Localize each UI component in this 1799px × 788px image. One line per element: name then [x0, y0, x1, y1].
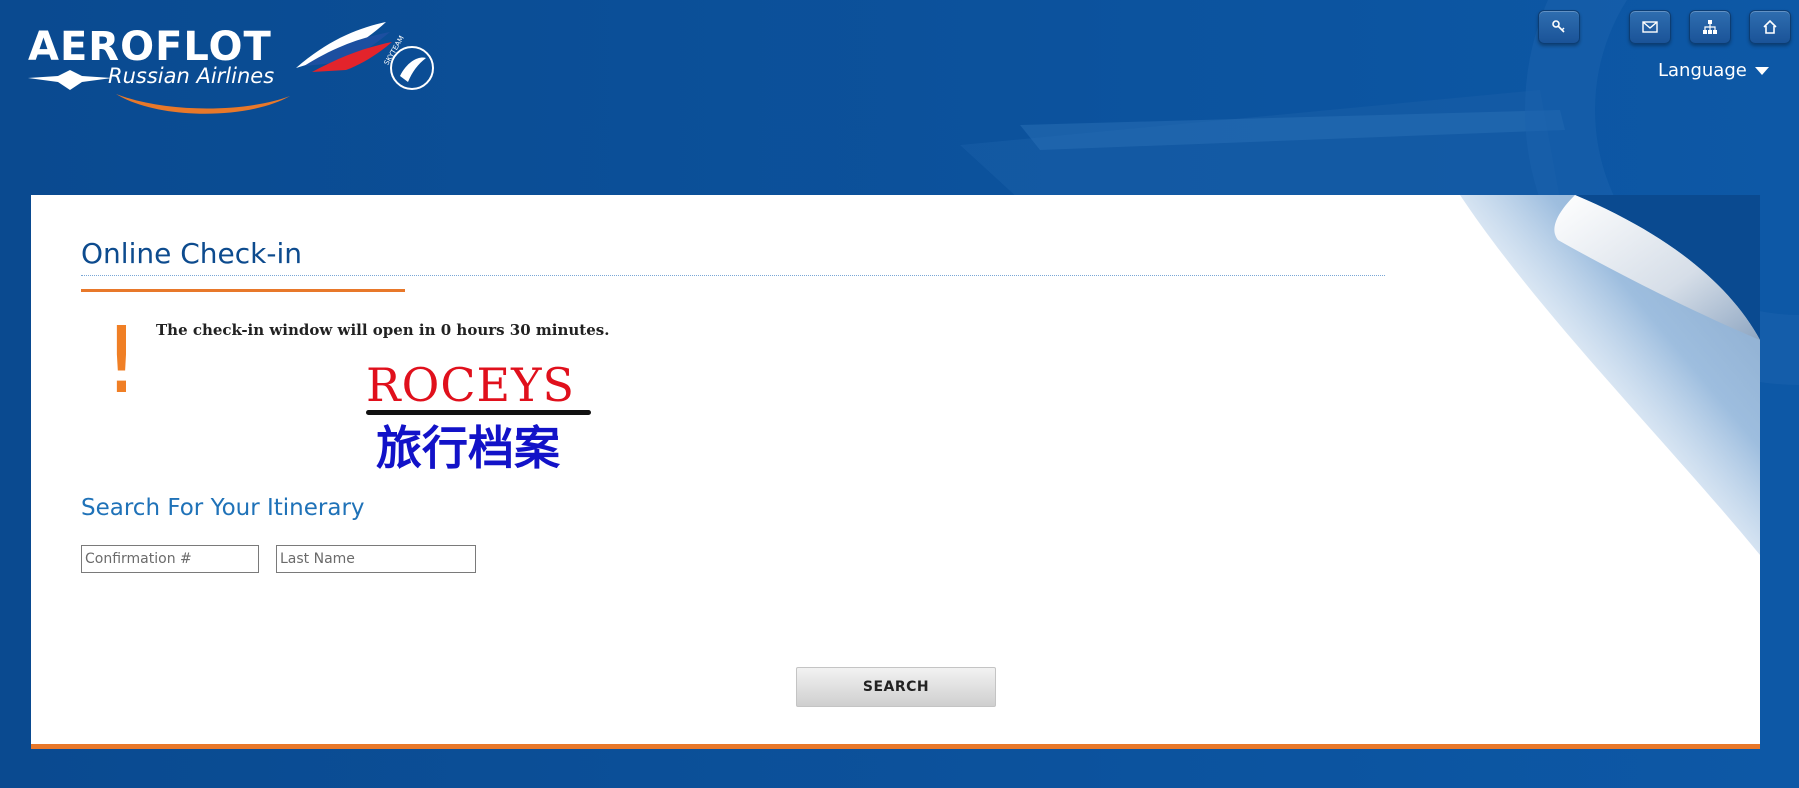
watermark-cjk-text: 旅行档案 — [376, 421, 560, 475]
page-title: Online Check-in — [81, 237, 302, 270]
search-button[interactable]: SEARCH — [796, 667, 996, 707]
language-selector[interactable]: Language — [1658, 60, 1769, 81]
exclamation-icon: ! — [103, 307, 140, 414]
contact-button[interactable] — [1629, 10, 1671, 44]
page-curl-decoration — [1460, 195, 1760, 555]
header-toolbar — [1538, 10, 1799, 50]
home-button[interactable] — [1749, 10, 1791, 44]
checkin-window-message: The check-in window will open in 0 hours… — [156, 321, 610, 339]
confirmation-number-input[interactable] — [81, 545, 259, 573]
caret-down-icon — [1754, 66, 1769, 75]
key-icon — [1552, 20, 1565, 33]
brand-subtitle: Russian Airlines — [108, 64, 275, 88]
home-icon — [1763, 19, 1777, 34]
aeroflot-logo[interactable]: SKYTEAM AEROFLOT Russian Airlines — [28, 10, 448, 120]
site-header: SKYTEAM AEROFLOT Russian Airlines Langua… — [0, 0, 1799, 195]
sitemap-icon — [1703, 20, 1717, 34]
title-accent-bar — [81, 289, 405, 292]
search-section-title: Search For Your Itinerary — [81, 495, 365, 521]
mail-icon — [1642, 21, 1658, 33]
language-label: Language — [1658, 60, 1747, 81]
login-button[interactable] — [1538, 10, 1580, 44]
title-divider — [81, 275, 1385, 276]
last-name-input[interactable] — [276, 545, 476, 573]
sitemap-button[interactable] — [1689, 10, 1731, 44]
watermark-logo: ROCEYS 旅行档案 — [366, 358, 601, 475]
watermark-latin-text: ROCEYS — [366, 358, 576, 412]
skyteam-text: SKYTEAM — [383, 34, 406, 66]
checkin-panel: Online Check-in ! The check-in window wi… — [31, 195, 1760, 749]
